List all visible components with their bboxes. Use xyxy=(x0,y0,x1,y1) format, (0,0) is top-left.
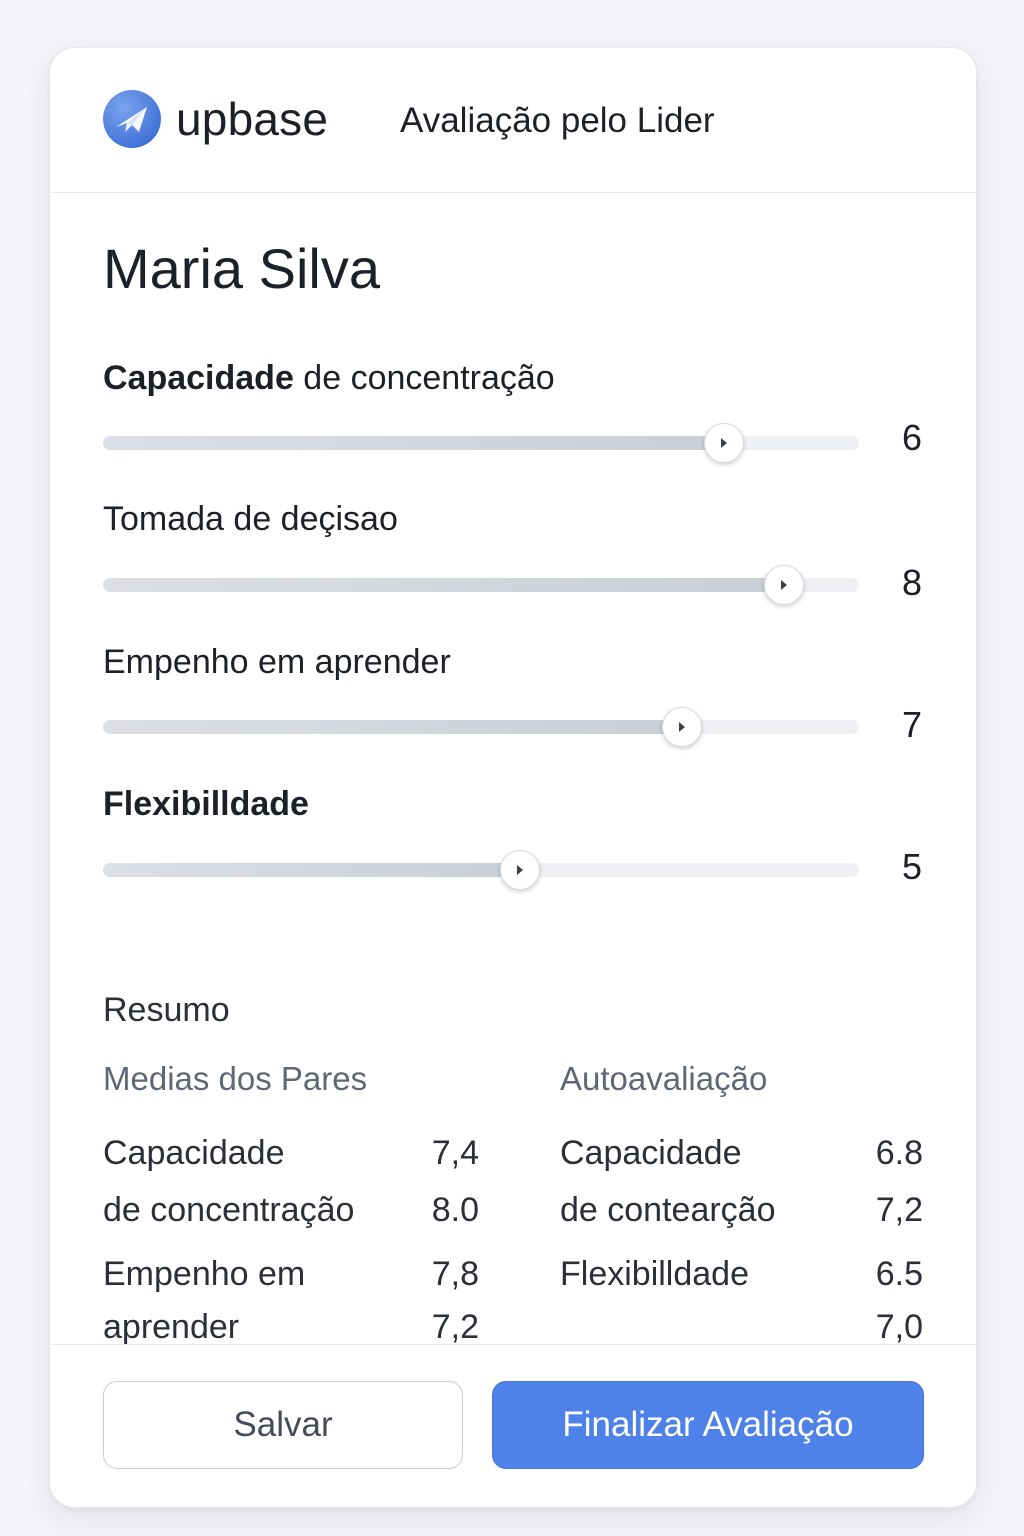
peers-row-value: 8.0 xyxy=(431,1191,479,1229)
slider-learning[interactable] xyxy=(103,707,859,747)
peers-row-value: 7,4 xyxy=(431,1134,479,1172)
criterion-label-concentration: Capacidade de concentração xyxy=(103,359,555,398)
self-row-label: Capacidade xyxy=(560,1134,742,1172)
self-row-label: Flexibilldade xyxy=(560,1255,749,1293)
slider-fill xyxy=(103,436,723,450)
evaluated-person-name: Maria Silva xyxy=(103,237,380,300)
slider-fill xyxy=(103,578,784,592)
score-learning: 7 xyxy=(901,704,922,745)
criterion-label-decision: Tomada de deçisao xyxy=(103,500,398,538)
play-arrow-icon xyxy=(720,438,727,448)
score-flexibility: 5 xyxy=(901,846,922,887)
paper-plane-logo-icon xyxy=(103,90,161,148)
self-row-value: 6.5 xyxy=(875,1255,923,1293)
criterion-label-rest: de concentração xyxy=(293,359,555,397)
peers-row-label: Empenho em xyxy=(103,1255,306,1293)
criterion-label-flexibility: Flexibilldade xyxy=(103,785,309,823)
criterion-label-learning: Empenho em aprender xyxy=(103,643,451,681)
footer-actions: Salvar Finalizar Avaliação xyxy=(50,1344,976,1507)
peers-column-title: Medias dos Pares xyxy=(103,1060,368,1097)
brand-name: upbase xyxy=(176,93,329,145)
save-button[interactable]: Salvar xyxy=(103,1381,463,1469)
peers-row-value: 7,2 xyxy=(431,1308,479,1346)
finish-evaluation-button[interactable]: Finalizar Avaliação xyxy=(492,1381,924,1469)
play-arrow-icon xyxy=(516,865,523,875)
self-row-value: 7,0 xyxy=(875,1308,923,1346)
slider-flexibility[interactable] xyxy=(103,850,859,890)
peers-row-label: Capacidade xyxy=(103,1134,285,1172)
slider-fill xyxy=(103,720,682,734)
summary-title: Resumo xyxy=(103,991,230,1029)
slider-decision[interactable] xyxy=(103,565,859,605)
self-row-value: 7,2 xyxy=(875,1191,923,1229)
slider-thumb[interactable] xyxy=(499,850,540,890)
self-row-value: 6.8 xyxy=(875,1134,923,1172)
evaluation-card: upbase Avaliação pelo Lider Maria Silva … xyxy=(49,47,977,1508)
peers-row-label: aprender xyxy=(103,1308,240,1346)
page-title: Avaliação pelo Lider xyxy=(400,101,715,140)
self-row-label: de contearção xyxy=(560,1191,776,1229)
slider-thumb[interactable] xyxy=(703,423,744,463)
score-decision: 8 xyxy=(901,562,922,603)
slider-fill xyxy=(103,863,519,877)
peers-row-label: de concentração xyxy=(103,1191,355,1229)
criterion-label-strong: Capacidade xyxy=(103,359,294,397)
score-concentration: 6 xyxy=(901,417,922,458)
peers-row-value: 7,8 xyxy=(431,1255,479,1293)
header: upbase Avaliação pelo Lider xyxy=(50,48,976,193)
play-arrow-icon xyxy=(679,722,686,732)
slider-thumb[interactable] xyxy=(764,565,805,605)
play-arrow-icon xyxy=(781,580,788,590)
slider-thumb[interactable] xyxy=(662,707,703,747)
slider-concentration[interactable] xyxy=(103,423,859,463)
self-column-title: Autoavaliação xyxy=(560,1060,768,1097)
